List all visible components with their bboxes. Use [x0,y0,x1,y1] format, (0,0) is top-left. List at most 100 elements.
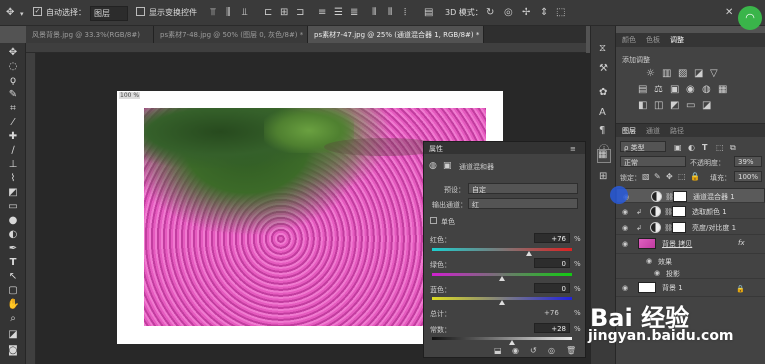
roll-3d-icon[interactable]: ◎ [504,8,513,18]
lock-pixels-icon[interactable]: ▧ [642,172,650,182]
threshold-icon[interactable]: ◩ [670,101,679,111]
move-tool-icon[interactable]: ✥ [6,8,14,18]
healing-brush-tool-icon[interactable]: ✚ [7,131,19,143]
auto-select-checkbox[interactable]: ✓ [33,7,42,16]
green-value-field[interactable]: 0 [534,258,570,268]
filter-pixel-icon[interactable]: ▣ [674,143,682,153]
align-middle-icon[interactable]: ⫼ [226,8,231,18]
blend-mode-dropdown[interactable]: 正常 [620,156,686,167]
lock-all-icon[interactable]: 🔒 [690,172,700,182]
tab-paths[interactable]: 路径 [670,126,684,136]
quick-mask-icon[interactable]: ◙ [7,345,19,357]
selective-color-icon[interactable]: ◪ [702,101,711,111]
color-balance-icon[interactable]: ⚖ [654,85,663,95]
brush-presets-icon[interactable]: ✿ [599,88,607,98]
color-swatches-icon[interactable]: ◪ [7,329,19,341]
layer-filter-dropdown[interactable]: ρ 类型 [620,141,666,152]
levels-icon[interactable]: ▥ [662,69,671,79]
lock-paint-icon[interactable]: ✎ [654,172,661,182]
align-center-icon[interactable]: ⊞ [280,8,288,18]
eyedropper-tool-icon[interactable]: ⁄ [7,117,19,129]
effect-row[interactable]: ◉ 投影 [616,267,765,279]
filter-adjustment-icon[interactable]: ◐ [688,143,695,153]
align-right-icon[interactable]: ⊐ [296,8,304,18]
distribute-right-icon[interactable]: ⦙ [404,8,406,18]
tab-swatches[interactable]: 色板 [646,35,660,45]
brush-tool-icon[interactable]: ∕ [7,145,19,157]
pen-tool-icon[interactable]: ✒ [7,243,19,255]
tab-document[interactable]: 风景背景.jpg @ 33.3%(RGB/8#) [26,26,154,43]
channel-mixer-icon[interactable]: ◍ [702,85,711,95]
red-value-field[interactable]: +76 [534,233,570,243]
tools-presets-icon[interactable]: ⚒ [599,64,608,74]
black-white-icon[interactable]: ▣ [670,85,679,95]
color-lookup-icon[interactable]: ▦ [718,85,727,95]
lock-position-icon[interactable]: ✥ [666,172,673,182]
layer-row[interactable]: ◉ ⛓ 通道混合器 1 [616,188,765,203]
tab-document[interactable]: ps素材7-48.jpg @ 50% (图层 0, 灰色/8#) * [154,26,308,43]
type-tool-icon[interactable]: T [7,257,19,269]
exposure-icon[interactable]: ◪ [694,69,703,79]
eye-icon[interactable]: ◉ [654,269,660,277]
photo-filter-icon[interactable]: ◉ [686,85,695,95]
effects-row[interactable]: ◉ 效果 [616,255,765,267]
fx-badge[interactable]: fx [738,239,745,247]
reset-icon[interactable]: ↺ [530,346,537,356]
tab-channels[interactable]: 通道 [646,126,660,136]
preset-dropdown[interactable]: 自定 [468,183,578,194]
crop-tool-icon[interactable]: ⌗ [7,103,19,115]
distribute-center-icon[interactable]: ⫴ [388,8,392,18]
hand-tool-icon[interactable]: ✋ [7,299,19,311]
layer-name[interactable]: 背景 拷贝 [662,239,692,249]
eye-icon[interactable]: ◉ [622,208,628,216]
auto-align-icon[interactable]: ▤ [424,8,433,18]
layer-mask-thumbnail[interactable] [672,222,686,233]
curves-icon[interactable]: ▨ [678,69,687,79]
constant-value-field[interactable]: +28 [534,323,570,333]
character-icon[interactable]: A [599,108,606,118]
opacity-field[interactable]: 39% [734,156,762,167]
constant-slider-thumb[interactable] [508,340,515,345]
panel-menu-icon[interactable]: ≡ [570,144,576,154]
distribute-top-icon[interactable]: ≡ [318,8,326,18]
gradient-tool-icon[interactable]: ▭ [7,201,19,213]
rotate-3d-icon[interactable]: ↻ [486,8,494,18]
wifi-icon[interactable]: ◠ [738,6,762,30]
fill-field[interactable]: 100% [734,171,762,182]
rectangle-tool-icon[interactable]: ▢ [7,285,19,297]
red-slider-thumb[interactable] [525,251,532,256]
layer-thumbnail[interactable] [638,282,656,293]
clip-to-layer-icon[interactable]: ⬓ [494,346,502,356]
invert-icon[interactable]: ◧ [638,101,647,111]
history-icon[interactable]: ⧖ [599,44,606,54]
tab-color[interactable]: 颜色 [622,35,636,45]
clone-stamp-tool-icon[interactable]: ⊥ [7,159,19,171]
align-top-icon[interactable]: ⫪ [210,8,216,18]
red-slider[interactable] [432,248,572,251]
eye-icon[interactable]: ◉ [622,224,628,232]
move-tool-icon[interactable]: ✥ [7,47,19,59]
output-channel-dropdown[interactable]: 红 [468,198,578,209]
hue-saturation-icon[interactable]: ▤ [638,85,647,95]
quick-select-tool-icon[interactable]: ✎ [7,89,19,101]
layer-mask-thumbnail[interactable] [673,191,687,202]
layer-row[interactable]: ◉ 背景 拷贝 fx [616,236,765,254]
green-slider-thumb[interactable] [499,276,505,281]
eye-icon[interactable]: ◉ [622,240,628,248]
view-previous-icon[interactable]: ◉ [512,346,519,356]
path-select-tool-icon[interactable]: ↖ [7,271,19,283]
eye-icon[interactable]: ◉ [646,257,652,265]
layer-name[interactable]: 选取颜色 1 [692,207,727,217]
monochrome-checkbox[interactable] [430,217,437,224]
layer-row[interactable]: ◉ ↲ ⛓ 选取颜色 1 [616,204,765,219]
distribute-bottom-icon[interactable]: ≣ [350,8,358,18]
lock-artboard-icon[interactable]: ⬚ [678,172,686,182]
visibility-icon[interactable]: ◎ [548,346,555,356]
history-brush-tool-icon[interactable]: ⌇ [7,173,19,185]
show-transform-checkbox[interactable] [136,7,145,16]
posterize-icon[interactable]: ◫ [654,101,663,111]
layer-name[interactable]: 亮度/对比度 1 [692,223,736,233]
vibrance-icon[interactable]: ▽ [710,69,718,79]
eye-icon[interactable]: ◉ [622,284,628,292]
layer-mask-thumbnail[interactable] [672,206,686,217]
